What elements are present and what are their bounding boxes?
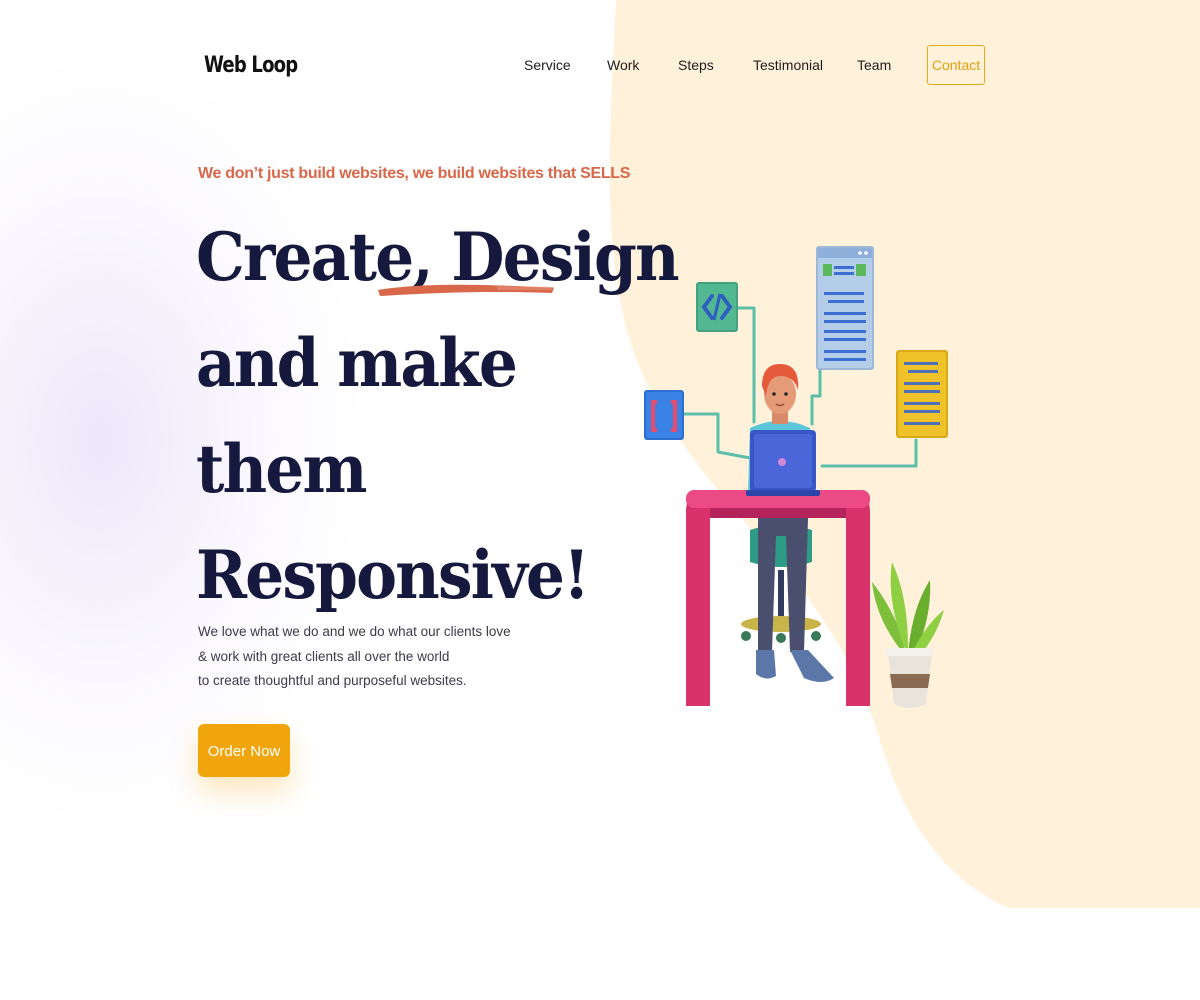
nav-item-steps[interactable]: Steps xyxy=(678,45,714,85)
hero-illustration xyxy=(644,246,948,708)
headline-line: them xyxy=(196,430,367,508)
main-nav: Service Work Steps Testimonial Team Cont… xyxy=(500,45,986,85)
brush-underline xyxy=(378,284,554,296)
nav-contact-button[interactable]: Contact xyxy=(927,45,985,85)
order-now-button[interactable]: Order Now xyxy=(198,724,290,777)
laptop-icon xyxy=(746,430,820,496)
document-icon xyxy=(896,350,948,438)
hero-description: We love what we do and we do what our cl… xyxy=(198,620,511,694)
person-legs xyxy=(756,518,834,682)
code-icon xyxy=(696,282,738,332)
brand-logo[interactable]: Web Loop xyxy=(204,46,298,86)
office-chair xyxy=(741,525,821,643)
hero-tagline: We don’t just build websites, we build w… xyxy=(198,165,631,182)
headline-line: Responsive! xyxy=(196,536,590,614)
headline-line: and make xyxy=(196,324,518,402)
nav-item-service[interactable]: Service xyxy=(524,45,571,85)
description-line: & work with great clients all over the w… xyxy=(198,648,450,664)
webpage-window-icon xyxy=(816,246,874,370)
nav-item-team[interactable]: Team xyxy=(857,45,891,85)
hero-headline: Create, Design and make them Responsive! xyxy=(196,204,680,628)
nav-item-work[interactable]: Work xyxy=(607,45,639,85)
landing-page: Web Loop Service Work Steps Testimonial … xyxy=(0,0,1200,1000)
bracket-icon xyxy=(644,390,684,440)
plant-icon xyxy=(872,562,944,708)
nav-item-testimonial[interactable]: Testimonial xyxy=(753,45,823,85)
description-line: to create thoughtful and purposeful webs… xyxy=(198,673,467,688)
description-line: We love what we do and we do what our cl… xyxy=(198,624,511,639)
